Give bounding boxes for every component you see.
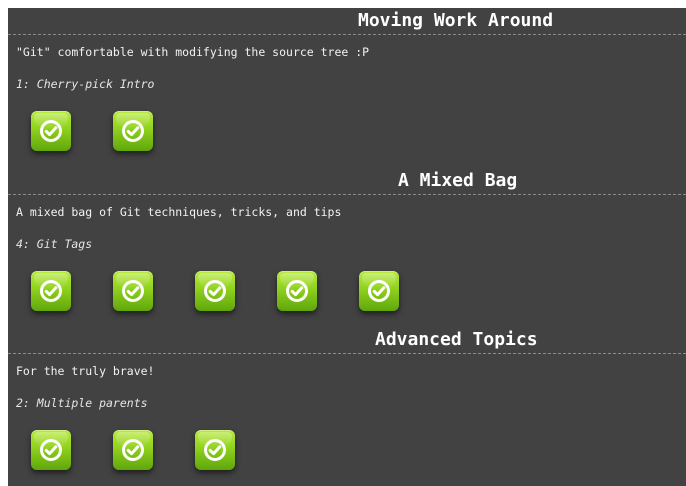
level-button-3[interactable] (195, 271, 235, 311)
level-button-1[interactable] (31, 430, 71, 470)
check-circle-icon (368, 280, 390, 302)
check-circle-icon (122, 439, 144, 461)
level-button-3[interactable] (195, 430, 235, 470)
check-circle-icon (40, 439, 62, 461)
section-description: A mixed bag of Git techniques, tricks, a… (16, 205, 342, 219)
check-circle-icon (286, 280, 308, 302)
check-circle-icon (122, 280, 144, 302)
level-button-1[interactable] (31, 271, 71, 311)
section-description: "Git" comfortable with modifying the sou… (16, 45, 370, 59)
level-button-2[interactable] (113, 271, 153, 311)
level-button-5[interactable] (359, 271, 399, 311)
section-current-level: 1: Cherry-pick Intro (16, 77, 155, 91)
level-button-2[interactable] (113, 430, 153, 470)
check-circle-icon (40, 120, 62, 142)
section-divider (8, 34, 686, 35)
check-circle-icon (122, 120, 144, 142)
section-description: For the truly brave! (16, 364, 155, 378)
level-button-1[interactable] (31, 111, 71, 151)
section-title: A Mixed Bag (398, 170, 518, 191)
check-circle-icon (204, 439, 226, 461)
check-circle-icon (40, 280, 62, 302)
check-circle-icon (204, 280, 226, 302)
section-current-level: 2: Multiple parents (16, 396, 148, 410)
level-select-panel: Moving Work Around "Git" comfortable wit… (8, 8, 686, 486)
section-divider (8, 353, 686, 354)
section-current-level: 4: Git Tags (16, 237, 93, 251)
level-button-2[interactable] (113, 111, 153, 151)
level-button-4[interactable] (277, 271, 317, 311)
section-divider (8, 194, 686, 195)
section-title: Moving Work Around (358, 10, 554, 31)
section-title: Advanced Topics (375, 329, 538, 350)
